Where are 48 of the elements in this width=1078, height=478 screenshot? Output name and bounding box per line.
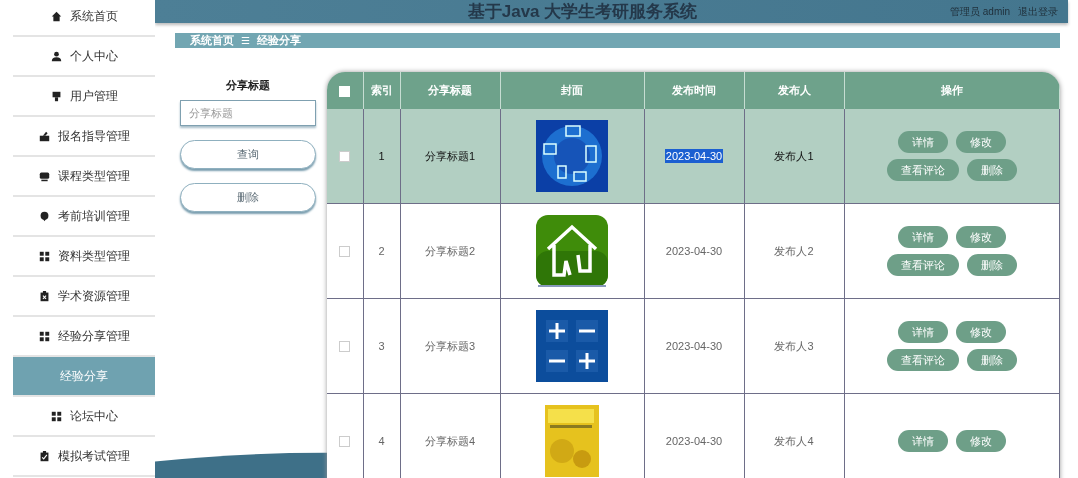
grid-icon <box>38 250 50 262</box>
table-row[interactable]: 2 分享标题2 2023-04-30 发布人2 详情 修改 查看评论 删除 <box>327 203 1060 299</box>
table-cell: 发布人1 <box>774 149 814 162</box>
table-cell: 2023-04-30 <box>665 435 723 447</box>
clipboard-icon <box>38 290 50 302</box>
row-checkbox[interactable] <box>339 246 351 258</box>
column-header: 发布人 <box>777 84 811 96</box>
home-icon <box>50 10 62 22</box>
column-header: 分享标题 <box>428 84 472 96</box>
separator-icon: ☰ <box>241 35 250 46</box>
table-cell: 发布人4 <box>774 434 814 447</box>
grid-icon <box>50 410 62 422</box>
table-row[interactable]: 3 分享标题3 2023-04-30 发布人3 详情 修改 查看评论 删除 <box>327 298 1060 394</box>
column-header: 操作 <box>940 84 963 96</box>
table-cell: 2023-04-30 <box>664 149 724 163</box>
row-checkbox[interactable] <box>339 436 351 448</box>
table-row[interactable]: 4 分享标题4 2023-04-30 发布人4 详情 修改 <box>327 393 1060 478</box>
table-cell: 分享标题4 <box>424 434 476 447</box>
table-cell: 分享标题1 <box>424 149 476 162</box>
pin-icon <box>38 210 50 222</box>
user-label: 管理员 admin <box>950 4 1010 19</box>
search-button[interactable]: 删除 <box>180 183 316 212</box>
row-checkbox[interactable] <box>339 151 351 163</box>
column-header: 发布时间 <box>672 84 716 96</box>
breadcrumb-item: 经验分享 <box>256 33 301 48</box>
select-all-checkbox[interactable] <box>339 85 351 97</box>
table-cell: 2023-04-30 <box>665 340 723 352</box>
table-row[interactable]: 1 分享标题1 2023-04-30 发布人1 详情 修改 查看评论 删除 <box>327 109 1060 204</box>
field-label: 分享标题 <box>225 78 271 93</box>
table-cell: 分享标题2 <box>424 244 476 257</box>
row-checkbox[interactable] <box>339 341 351 353</box>
search-field[interactable]: 分享标题 <box>180 100 316 126</box>
app-title: 基于Java 大学生考研服务系统 <box>466 1 699 23</box>
table-cell: 4 <box>378 435 385 447</box>
column-header: 索引 <box>370 84 393 96</box>
table-cell: 2023-04-30 <box>665 245 723 257</box>
table-cell: 1 <box>378 150 385 162</box>
table-cell: 发布人3 <box>774 339 814 352</box>
search-button[interactable]: 查询 <box>180 140 316 169</box>
table-cell: 分享标题3 <box>424 339 476 352</box>
table-cell: 2 <box>378 245 385 257</box>
grid-icon <box>38 330 50 342</box>
user-icon <box>50 50 62 62</box>
column-header: 封面 <box>561 84 583 96</box>
table-cell: 发布人2 <box>774 244 814 257</box>
table-cell: 3 <box>378 340 385 352</box>
monitor-icon <box>38 170 50 182</box>
clipboard-icon <box>38 450 50 462</box>
